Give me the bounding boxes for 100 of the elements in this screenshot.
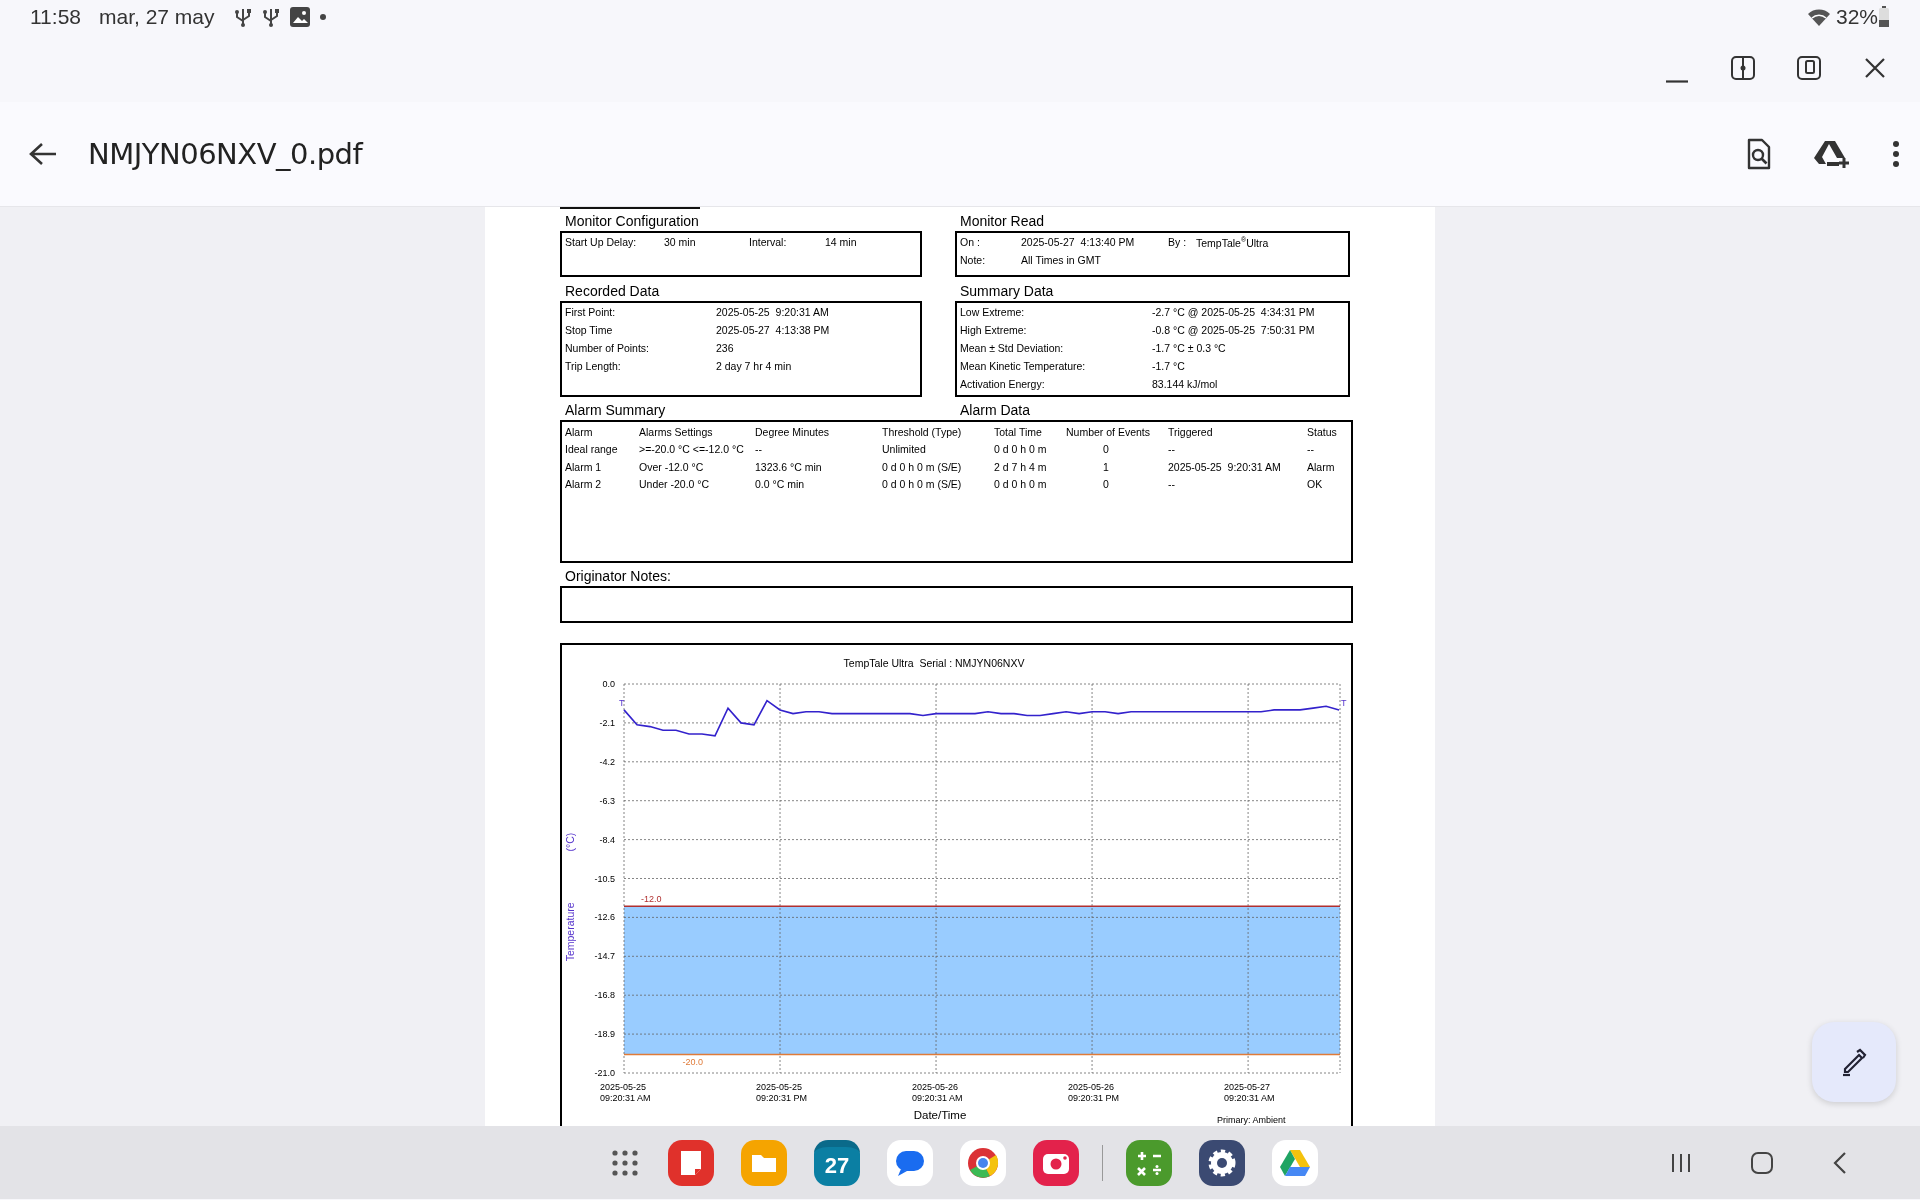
usb-icon	[232, 6, 253, 28]
battery-percentage: 32%	[1835, 5, 1878, 29]
calculator-app-icon	[1126, 1139, 1172, 1186]
camera-app-button[interactable]	[1033, 1139, 1079, 1186]
field-label: First Point:	[565, 306, 617, 318]
column-header: Number of Events	[1066, 425, 1152, 438]
table-cell-text: >=-20.0 °C <=-12.0 °C	[639, 443, 745, 456]
marker-label: T	[1341, 697, 1347, 708]
axis-tick-label: -4.2	[599, 756, 615, 767]
field-value: -2.7 °C @ 2025-05-25 4:34:31 PM	[1152, 306, 1316, 318]
table-cell: 0	[1103, 443, 1109, 456]
app-grid-icon	[612, 1149, 638, 1176]
field-value: 2025-05-27 4:13:38 PM	[716, 324, 831, 336]
section-title: Alarm Summary	[564, 401, 667, 420]
field-value: TempTale$^{®}$Ultra	[1196, 235, 1270, 249]
column-header: Alarm	[565, 425, 594, 438]
axis-tick-label: 2025-05-26 09:20:31 AM	[912, 1082, 963, 1103]
field-label: Note:	[960, 254, 987, 266]
axis-tick-label: -10.5	[594, 873, 615, 884]
section-title: Originator Notes:	[564, 567, 671, 586]
table-cell-text: 0 d 0 h 0 m	[994, 443, 1048, 456]
folder-app-icon	[741, 1139, 787, 1186]
axis-tick-label: 0.0	[602, 679, 615, 689]
drive-app-button[interactable]	[1272, 1139, 1318, 1186]
field-label: Low Extreme:	[960, 306, 1026, 318]
table-cell-text: 0 d 0 h 0 m (S/E)	[882, 460, 963, 473]
section-title: Recorded Data	[564, 282, 660, 301]
field-label: Number of Points:	[565, 342, 651, 354]
section-title: Alarm Data	[959, 401, 1031, 420]
image-icon	[288, 6, 311, 28]
table-cell-text: 1323.6 °C min	[755, 460, 823, 473]
axis-tick-label: -16.8	[594, 990, 615, 1001]
home-button[interactable]	[1750, 1150, 1774, 1175]
axis-tick-label: -21.0	[594, 1068, 615, 1078]
axis-tick-label: -14.7	[594, 951, 615, 962]
field-value: 236	[716, 342, 735, 354]
table-cell-text: 0 d 0 h 0 m	[994, 478, 1048, 491]
table-cell-text: Over -12.0 °C	[639, 460, 705, 473]
add-to-drive-button[interactable]	[1814, 139, 1850, 169]
browser-app-icon	[960, 1139, 1006, 1186]
axis-tick-label: -6.3	[599, 795, 615, 806]
settings-icon	[1199, 1139, 1245, 1186]
threshold-label: -20.0	[682, 1057, 703, 1068]
home-icon	[1750, 1150, 1774, 1175]
column-header: Total Time	[994, 425, 1043, 438]
axis-tick-label: -2.1	[599, 717, 615, 728]
back-arrow-icon	[28, 141, 58, 167]
column-header: Alarms Settings	[639, 425, 714, 438]
close-icon	[1863, 56, 1887, 80]
field-value: 2025-05-27 4:13:40 PM	[1021, 236, 1136, 248]
table-cell-text: Ideal range	[565, 443, 619, 456]
threshold-label: -12.0	[640, 894, 662, 905]
pop-up-view-button[interactable]	[1794, 53, 1824, 83]
field-value: -0.8 °C @ 2025-05-25 7:50:31 PM	[1152, 324, 1316, 336]
back-nav-button[interactable]	[1832, 1150, 1848, 1175]
field-value: 83.144 kJ/mol	[1152, 378, 1219, 390]
field-label: Mean ± Std Deviation:	[960, 342, 1065, 354]
table-cell-text: Under -20.0 °C	[639, 478, 711, 491]
app-drawer-button[interactable]	[612, 1149, 638, 1176]
section-title: Monitor Read	[959, 212, 1045, 231]
field-value: 2025-05-25 9:20:31 AM	[716, 306, 830, 318]
drive-app-icon	[1272, 1139, 1318, 1186]
annotate-button[interactable]	[1812, 1022, 1896, 1102]
table-cell: 1	[1103, 460, 1109, 473]
chart-title: TempTale Ultra Serial : NMJYN06NXV	[843, 657, 1025, 669]
table-cell-text: 2 d 7 h 4 m	[994, 460, 1048, 473]
notes-app-button[interactable]	[668, 1139, 714, 1186]
field-label: Trip Length:	[565, 360, 622, 372]
field-label: On :	[960, 236, 981, 248]
calculator-app-button[interactable]	[1126, 1139, 1172, 1186]
table-cell-text: --	[1307, 443, 1315, 456]
recent-apps-button[interactable]	[1670, 1151, 1692, 1174]
axis-label: Date/Time	[913, 1109, 967, 1121]
chat-app-icon	[887, 1139, 933, 1186]
field-value: -1.7 °C	[1152, 360, 1186, 372]
status-time: 11:58	[30, 5, 81, 29]
table-cell: 0	[1103, 478, 1109, 491]
find-in-document-button[interactable]	[1746, 138, 1772, 170]
browser-app-button[interactable]	[960, 1139, 1006, 1186]
drive-add-icon	[1814, 139, 1850, 169]
settings-button[interactable]	[1199, 1139, 1245, 1186]
column-header: Threshold (Type)	[882, 425, 963, 438]
field-label: Start Up Delay:	[565, 236, 638, 248]
column-header: Triggered	[1168, 425, 1214, 438]
marker-label: T	[619, 697, 625, 708]
axis-tick-label: 2025-05-25 09:20:31 AM	[600, 1082, 651, 1103]
axis-tick-label: 2025-05-26 09:20:31 PM	[1068, 1082, 1120, 1103]
field-label: Interval:	[749, 236, 788, 248]
section-title: Monitor Configuration	[564, 212, 699, 231]
axis-tick-label: -8.4	[599, 834, 615, 845]
table-cell-text: OK	[1307, 478, 1324, 491]
document-search-icon	[1746, 138, 1772, 170]
more-vert-icon	[1892, 140, 1900, 168]
calendar-app-button[interactable]: 27	[814, 1139, 860, 1186]
back-button[interactable]	[28, 141, 58, 167]
split-view-button[interactable]	[1728, 53, 1758, 83]
field-label: Activation Energy:	[960, 378, 1046, 390]
table-cell-text: Alarm 1	[565, 460, 603, 473]
more-options-button[interactable]	[1892, 140, 1900, 168]
chat-app-button[interactable]	[887, 1139, 933, 1186]
